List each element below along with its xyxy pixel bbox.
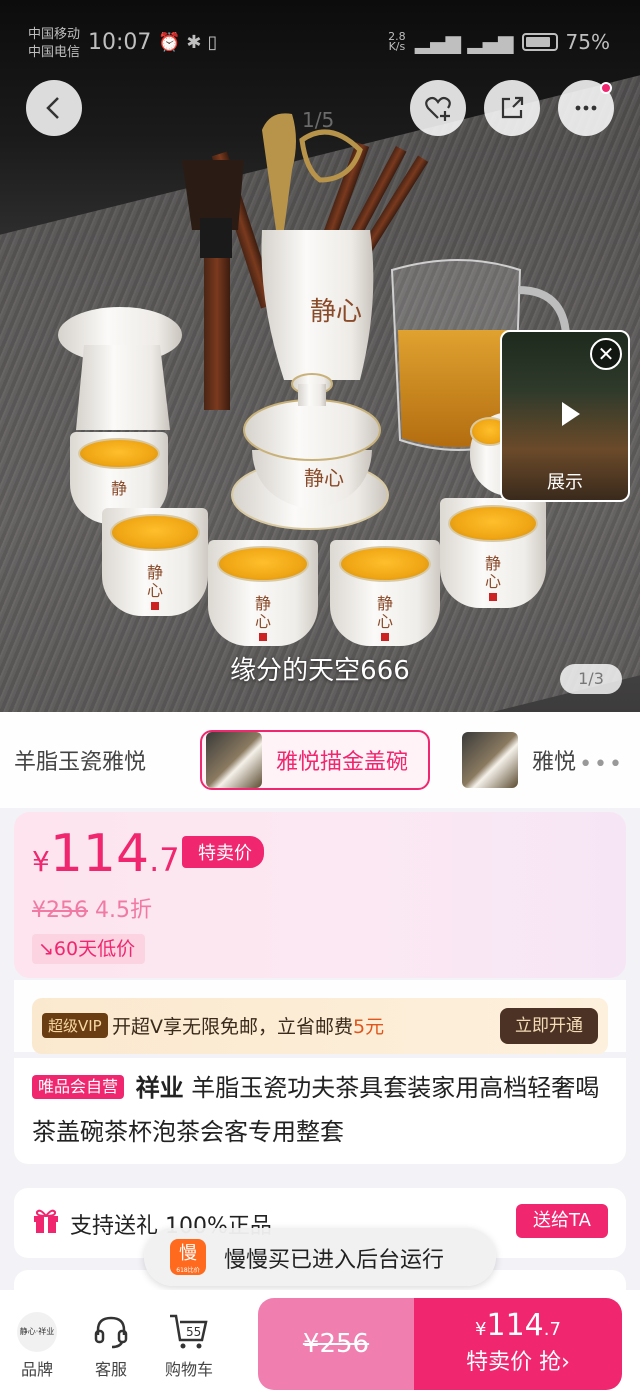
gift-icon — [34, 1209, 58, 1233]
status-icons: ⏰✱▯ — [158, 32, 224, 53]
sku-option[interactable]: 羊脂玉瓷雅悦 — [14, 730, 146, 790]
original-price-buy-button[interactable]: ¥256 — [258, 1298, 414, 1390]
sku-selector: 羊脂玉瓷雅悦 雅悦描金盖碗 雅悦 ••• — [0, 712, 640, 808]
chevron-left-icon — [46, 97, 59, 119]
image-caption: 缘分的天空666 — [230, 656, 410, 686]
more-dots-icon — [575, 105, 597, 111]
svg-text:静心: 静心 — [310, 297, 362, 327]
brand-logo: 静心·祥业 — [17, 1312, 57, 1352]
net-speed: 2.8 K/s — [388, 30, 406, 53]
product-image-gallery[interactable]: 静心 静心 静 静心 静心 静心 静心 中国移动 中国电信 10:07 ⏰✱▯ … — [0, 0, 640, 712]
self-operated-badge: 唯品会自营 — [32, 1075, 125, 1099]
product-title: 唯品会自营 祥业 羊脂玉瓷功夫茶具套装家用高档轻奢喝茶盖碗茶杯泡茶会客专用整套 — [32, 1074, 600, 1146]
battery-percent: 75% — [565, 30, 610, 54]
share-icon — [501, 96, 524, 119]
image-counter: 1/5 — [302, 108, 335, 132]
status-time: 10:07 — [88, 30, 152, 55]
sku-option[interactable]: 雅悦 — [462, 730, 576, 790]
sku-thumbnail — [462, 732, 518, 788]
notification-dot — [600, 82, 612, 94]
vip-badge: 超级VIP — [42, 1013, 108, 1038]
headset-icon — [94, 1316, 128, 1349]
sale-price-tag: 特卖价 — [182, 836, 264, 868]
more-menu-button[interactable] — [558, 80, 614, 136]
more-skus-icon[interactable]: ••• — [579, 752, 624, 777]
low-price-badge: ↘60天低价 — [32, 934, 146, 964]
carrier-info: 中国移动 中国电信 — [28, 27, 81, 60]
status-bar: 中国移动 中国电信 10:07 ⏰✱▯ 2.8 K/s ▂▄▆ ▂▄▆ 75% — [0, 0, 640, 70]
toast-text: 慢慢买已进入后台运行 — [224, 1248, 445, 1273]
tea-cup: 静心 — [102, 508, 208, 616]
product-title-card: 唯品会自营 祥业 羊脂玉瓷功夫茶具套装家用高档轻奢喝茶盖碗茶杯泡茶会客专用整套 — [14, 1058, 626, 1164]
trend-down-icon: ↘ — [38, 938, 54, 960]
tea-cup: 静心 — [208, 540, 318, 646]
favorite-button[interactable] — [410, 80, 466, 136]
cart-icon: 55 — [170, 1314, 208, 1349]
signal-icon: ▂▄▆ ▂▄▆ — [414, 30, 514, 54]
play-icon — [562, 402, 580, 426]
image-pager: 1/3 — [560, 664, 622, 694]
vip-banner[interactable]: 超级VIP 开超V享无限免邮，立省邮费5元 立即开通 — [32, 998, 608, 1054]
close-icon[interactable]: ✕ — [590, 338, 622, 370]
sale-price-buy-button[interactable]: ¥114.7 特卖价 抢› — [414, 1298, 622, 1390]
buy-buttons: ¥256 ¥114.7 特卖价 抢› — [258, 1298, 622, 1390]
mini-video-label: 展示 — [547, 472, 583, 493]
status-right-icons: 2.8 K/s ▂▄▆ ▂▄▆ 75% — [387, 30, 610, 54]
vip-open-button[interactable]: 立即开通 — [500, 1008, 598, 1044]
price-card: ¥114.7 特卖价 ¥256 4.5折 ↘60天低价 — [14, 812, 626, 978]
vip-section: 超级VIP 开超V享无限免邮，立省邮费5元 立即开通 — [14, 980, 626, 1054]
app-logo-icon: 慢 618比价 — [170, 1239, 206, 1275]
sku-option-selected[interactable]: 雅悦描金盖碗 — [200, 730, 431, 790]
svg-text:55: 55 — [186, 1325, 201, 1339]
svg-text:静心: 静心 — [304, 466, 344, 490]
tea-cup: 静心 — [440, 498, 546, 608]
sku-thumbnail — [206, 732, 262, 788]
brand-name[interactable]: 祥业 — [136, 1074, 184, 1102]
chevron-right-icon: › — [561, 1350, 570, 1375]
mini-video-player[interactable]: ✕ 展示 — [500, 330, 630, 502]
share-button[interactable] — [484, 80, 540, 136]
cart-nav[interactable]: 55 购物车 — [154, 1308, 224, 1380]
heart-plus-icon — [425, 96, 451, 121]
vip-text: 开超V享无限免邮，立省邮费5元 — [112, 1016, 385, 1038]
tea-cup: 静心 — [330, 540, 440, 646]
back-button[interactable] — [26, 80, 82, 136]
customer-service-nav[interactable]: 客服 — [76, 1308, 146, 1380]
send-gift-button[interactable]: 送给TA — [516, 1204, 608, 1238]
sale-price: ¥114.7 — [32, 824, 180, 884]
original-price: ¥256 4.5折 — [32, 898, 152, 923]
background-toast: 慢 618比价 慢慢买已进入后台运行 — [144, 1228, 496, 1286]
brand-nav[interactable]: 静心·祥业 品牌 — [2, 1308, 72, 1380]
bottom-action-bar: 静心·祥业 品牌 客服 55 购物车 ¥256 ¥114.7 特卖价 抢› — [0, 1290, 640, 1400]
battery-icon — [521, 33, 558, 51]
